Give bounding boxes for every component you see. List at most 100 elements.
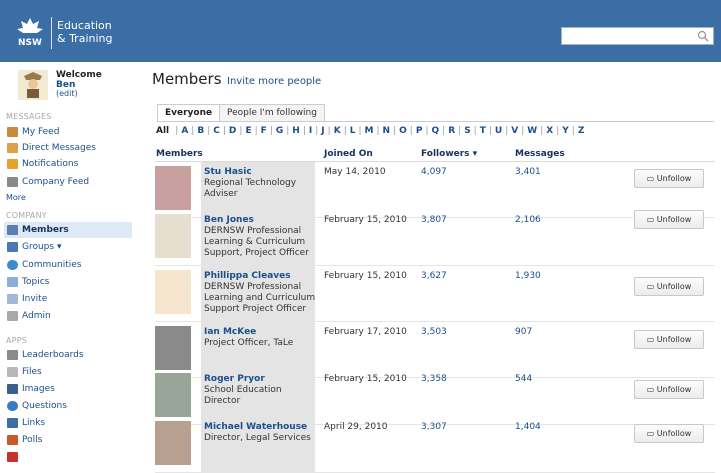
tab-people-following[interactable]: People I'm following (219, 104, 325, 122)
sidebar-item-invite[interactable]: Invite (4, 291, 132, 307)
member-avatar[interactable] (155, 373, 191, 417)
sidebar-item-direct-messages[interactable]: Direct Messages (4, 140, 132, 156)
sidebar-item-admin[interactable]: Admin (4, 308, 132, 324)
member-avatar[interactable] (155, 421, 191, 465)
alpha-filter-letter[interactable]: Q (432, 126, 440, 136)
alpha-filter-letter[interactable]: Z (578, 126, 585, 136)
edit-profile-link[interactable]: (edit) (56, 89, 78, 98)
alpha-filter-letter[interactable]: Y (562, 126, 569, 136)
sidebar-item-members[interactable]: Members (4, 222, 132, 238)
column-header-followers[interactable]: Followers ▾ (421, 149, 477, 159)
search-icon[interactable] (697, 30, 709, 42)
alpha-separator: | (175, 126, 179, 136)
followers-count[interactable]: 4,097 (421, 167, 447, 177)
sidebar-item-files[interactable]: Files (4, 364, 132, 380)
alpha-filter-letter[interactable]: O (399, 126, 407, 136)
sidebar-item-images[interactable]: Images (4, 381, 132, 397)
avatar[interactable] (18, 70, 48, 100)
alpha-filter-letter[interactable]: C (213, 126, 220, 136)
member-avatar[interactable] (155, 326, 191, 370)
sidebar-item-questions[interactable]: Questions (4, 398, 132, 414)
alpha-separator: | (505, 126, 509, 136)
member-name-link[interactable]: Ian McKee (204, 327, 256, 337)
alpha-filter-letter[interactable]: K (334, 126, 341, 136)
sidebar-item-notifications[interactable]: Notifications (4, 156, 132, 172)
followers-count[interactable]: 3,807 (421, 215, 447, 225)
messages-count[interactable]: 1,930 (515, 271, 541, 281)
alpha-separator: | (315, 126, 319, 136)
followers-count[interactable]: 3,627 (421, 271, 447, 281)
search-input[interactable] (561, 27, 714, 45)
followers-count[interactable]: 3,358 (421, 374, 447, 384)
sidebar-item-communities[interactable]: Communities (4, 257, 132, 273)
member-name-link[interactable]: Phillippa Cleaves (204, 271, 291, 281)
sidebar-item-polls[interactable]: Polls (4, 432, 132, 448)
alpha-separator: | (521, 126, 525, 136)
sidebar-item-leaderboards[interactable]: Leaderboards (4, 347, 132, 363)
sidebar-item-my-feed[interactable]: My Feed (4, 124, 132, 140)
alpha-filter-letter[interactable]: F (261, 126, 267, 136)
tab-everyone[interactable]: Everyone (157, 104, 221, 122)
followers-count[interactable]: 3,307 (421, 422, 447, 432)
sidebar-item-label: Leaderboards (22, 350, 84, 360)
member-name-link[interactable]: Michael Waterhouse (204, 422, 307, 432)
alpha-filter-letter[interactable]: E (245, 126, 251, 136)
alpha-separator: | (540, 126, 544, 136)
unfollow-button[interactable]: ▭ Unfollow (634, 330, 704, 349)
member-avatar[interactable] (155, 214, 191, 258)
member-name-link[interactable]: Ben Jones (204, 215, 254, 225)
unfollow-button[interactable]: ▭ Unfollow (634, 169, 704, 188)
alpha-filter-letter[interactable]: T (480, 126, 486, 136)
unfollow-label: Unfollow (656, 282, 692, 291)
messages-count[interactable]: 3,401 (515, 167, 541, 177)
sidebar-item-links[interactable]: Links (4, 415, 132, 431)
nsw-logo[interactable]: NSW Education & Training (15, 16, 115, 50)
member-role: Regional Technology Adviser (204, 178, 297, 199)
followers-count[interactable]: 3,503 (421, 327, 447, 337)
alpha-separator: | (473, 126, 477, 136)
alpha-separator: | (343, 126, 347, 136)
sidebar-item-topics[interactable]: Topics (4, 274, 132, 290)
alpha-separator: | (207, 126, 211, 136)
member-name-link[interactable]: Stu Hasic (204, 167, 252, 177)
alpha-filter-letter[interactable]: S (464, 126, 470, 136)
alpha-filter-letter[interactable]: W (527, 126, 537, 136)
link-icon (7, 418, 18, 428)
image-icon (7, 384, 18, 394)
invite-more-people-link[interactable]: Invite more people (227, 76, 321, 87)
messages-count[interactable]: 907 (515, 327, 532, 337)
messages-count[interactable]: 1,404 (515, 422, 541, 432)
member-avatar[interactable] (155, 270, 191, 314)
unfollow-label: Unfollow (656, 174, 692, 183)
sidebar-item-label: Topics (22, 277, 50, 287)
sidebar-item-label: Groups ▾ (22, 242, 62, 252)
column-header-joined[interactable]: Joined On (324, 149, 373, 159)
alpha-filter-all[interactable]: All (156, 126, 169, 136)
sidebar-item-label: Direct Messages (22, 143, 96, 153)
alpha-separator: | (269, 126, 273, 136)
member-avatar[interactable] (155, 166, 191, 210)
sidebar-item-partial[interactable] (4, 449, 132, 465)
messages-count[interactable]: 544 (515, 374, 532, 384)
groups-icon (7, 242, 18, 252)
sidebar-item-groups[interactable]: Groups ▾ (4, 239, 132, 255)
unfollow-button[interactable]: ▭ Unfollow (634, 424, 704, 443)
sidebar-item-company-feed[interactable]: Company Feed (4, 174, 132, 190)
column-header-members[interactable]: Members (156, 149, 203, 159)
unfollow-button[interactable]: ▭ Unfollow (634, 277, 704, 296)
alpha-separator: | (393, 126, 397, 136)
alpha-filter-letter[interactable]: M (365, 126, 374, 136)
alphabet-filter: All | A | B | C | D | E | F | G | H | I | J | K | L | M | N | O | P | Q | R… (156, 126, 584, 136)
alpha-separator: | (488, 126, 492, 136)
messages-count[interactable]: 2,106 (515, 215, 541, 225)
alpha-separator: | (191, 126, 195, 136)
alpha-filter-letter[interactable]: N (383, 126, 391, 136)
unfollow-button[interactable]: ▭ Unfollow (634, 210, 704, 229)
column-header-messages[interactable]: Messages (515, 149, 565, 159)
more-link[interactable]: More (6, 193, 26, 202)
user-welcome: Welcome Ben (edit) (18, 70, 128, 104)
unfollow-button[interactable]: ▭ Unfollow (634, 380, 704, 399)
alpha-filter-letter[interactable]: H (292, 126, 300, 136)
member-name-link[interactable]: Roger Pryor (204, 374, 265, 384)
table-row: Michael Waterhouse Director, Legal Servic… (155, 417, 715, 473)
